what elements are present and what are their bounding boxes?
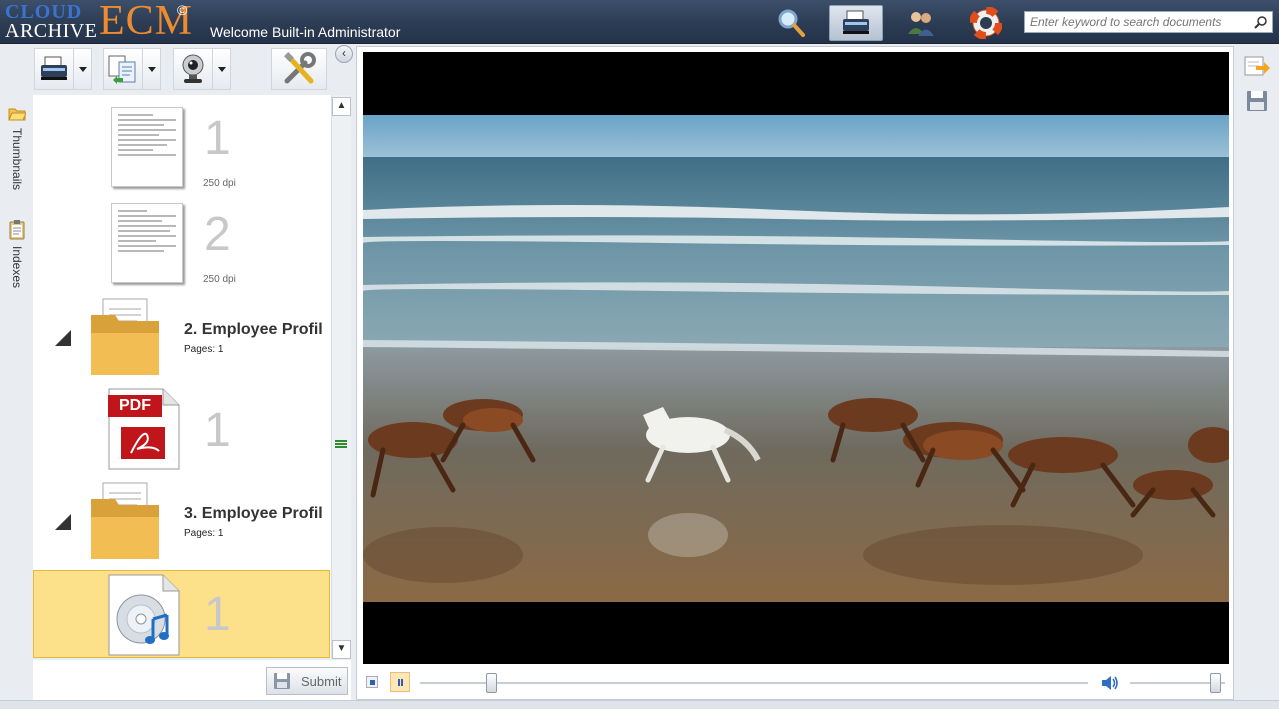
scroll-down-button[interactable]: ▼ xyxy=(332,640,351,659)
tree-scrollbar[interactable]: ▲ ▼ xyxy=(331,95,351,659)
collapse-panel-button[interactable]: ‹ xyxy=(335,45,353,63)
folder-open-icon xyxy=(8,108,26,121)
page-number: 2 xyxy=(204,208,231,261)
import-split-button[interactable] xyxy=(103,48,161,90)
video-player[interactable] xyxy=(363,52,1229,664)
page-number: 1 xyxy=(204,112,231,165)
save-button[interactable] xyxy=(1246,90,1268,115)
tab-indexes[interactable]: Indexes xyxy=(6,220,28,288)
submit-area: Submit xyxy=(33,660,351,700)
document-title: 2. Employee Profil xyxy=(184,321,323,338)
scan-dropdown[interactable] xyxy=(74,48,92,90)
document-expander[interactable] xyxy=(55,330,71,346)
import-icon xyxy=(108,55,136,84)
search-button[interactable] xyxy=(764,5,818,41)
search-icon xyxy=(778,9,805,37)
search-input[interactable] xyxy=(1025,12,1247,32)
pdf-label: PDF xyxy=(108,395,162,417)
page-dpi: 250 dpi xyxy=(203,178,236,189)
seek-thumb[interactable] xyxy=(485,673,497,693)
audio-file-icon[interactable] xyxy=(107,573,181,657)
scan-split-button[interactable] xyxy=(34,48,92,90)
scroll-grip[interactable] xyxy=(335,440,347,448)
document-page-count: Pages: 1 xyxy=(184,528,224,539)
scan-mode-button[interactable] xyxy=(829,5,883,41)
settings-button[interactable] xyxy=(271,48,327,90)
tools-button[interactable] xyxy=(271,48,327,90)
webcam-split-button[interactable] xyxy=(173,48,231,90)
document-tree: 1 250 dpi 2 250 dpi 2. Employee Profil P… xyxy=(33,95,331,658)
document-folder-icon[interactable] xyxy=(89,295,161,377)
document-viewer xyxy=(356,46,1234,700)
submit-button[interactable]: Submit xyxy=(266,667,348,695)
tab-thumbnails-label: Thumbnails xyxy=(10,128,24,191)
clipboard-icon xyxy=(9,220,25,240)
import-button[interactable] xyxy=(103,48,143,90)
send-button[interactable] xyxy=(1244,54,1270,81)
chevron-down-icon xyxy=(78,66,87,72)
document-page-count: Pages: 1 xyxy=(184,344,224,355)
page-thumbnail[interactable] xyxy=(111,107,183,187)
logo-registered-mark: © xyxy=(177,2,188,18)
scanner-icon xyxy=(41,56,67,80)
page-number: 1 xyxy=(204,588,231,641)
logo-cloud-text: CLOUD xyxy=(5,1,83,23)
right-action-strip xyxy=(1237,44,1279,700)
selected-page-row[interactable] xyxy=(33,570,330,658)
volume-thumb[interactable] xyxy=(1209,673,1221,693)
floppy-disk-icon xyxy=(1247,91,1267,111)
submit-label: Submit xyxy=(301,673,342,689)
tab-indexes-label: Indexes xyxy=(10,246,24,289)
webcam-dropdown[interactable] xyxy=(213,48,231,90)
help-button[interactable] xyxy=(959,5,1013,41)
tab-thumbnails[interactable]: Thumbnails xyxy=(6,106,28,190)
scan-button[interactable] xyxy=(34,48,74,90)
webcam-icon xyxy=(182,54,204,83)
tools-icon xyxy=(284,52,316,84)
document-expander[interactable] xyxy=(55,514,71,530)
player-controls xyxy=(363,667,1229,697)
side-tab-strip: Thumbnails Indexes xyxy=(0,44,33,700)
welcome-text: Welcome Built-in Administrator xyxy=(210,24,401,40)
webcam-button[interactable] xyxy=(173,48,213,90)
video-frame-image xyxy=(363,115,1229,602)
document-folder-icon[interactable] xyxy=(89,479,161,561)
volume-icon[interactable] xyxy=(1100,673,1120,693)
pause-button[interactable] xyxy=(390,672,410,692)
lifebuoy-icon xyxy=(970,7,1002,39)
page-dpi: 250 dpi xyxy=(203,274,236,285)
logo-archive-text: ARCHIVE xyxy=(5,20,98,42)
import-dropdown[interactable] xyxy=(143,48,161,90)
floppy-disk-icon xyxy=(274,673,290,689)
chevron-down-icon xyxy=(147,66,156,72)
users-button[interactable] xyxy=(894,5,948,41)
seek-bar[interactable] xyxy=(420,682,1088,684)
chevron-down-icon xyxy=(217,66,226,72)
search-submit-icon[interactable] xyxy=(1254,15,1268,32)
users-icon xyxy=(908,12,934,36)
send-icon xyxy=(1244,56,1270,76)
stop-button[interactable] xyxy=(366,676,378,688)
document-search[interactable] xyxy=(1024,11,1273,33)
status-bar xyxy=(0,700,1279,709)
scroll-up-button[interactable]: ▲ xyxy=(332,97,351,116)
capture-toolbar xyxy=(33,46,331,94)
app-header: CLOUD ARCHIVE ECM © Welcome Built-in Adm… xyxy=(0,0,1279,44)
page-number: 1 xyxy=(204,404,231,457)
document-title: 3. Employee Profil xyxy=(184,505,323,522)
page-thumbnail[interactable] xyxy=(111,203,183,283)
scanner-icon xyxy=(843,10,869,34)
